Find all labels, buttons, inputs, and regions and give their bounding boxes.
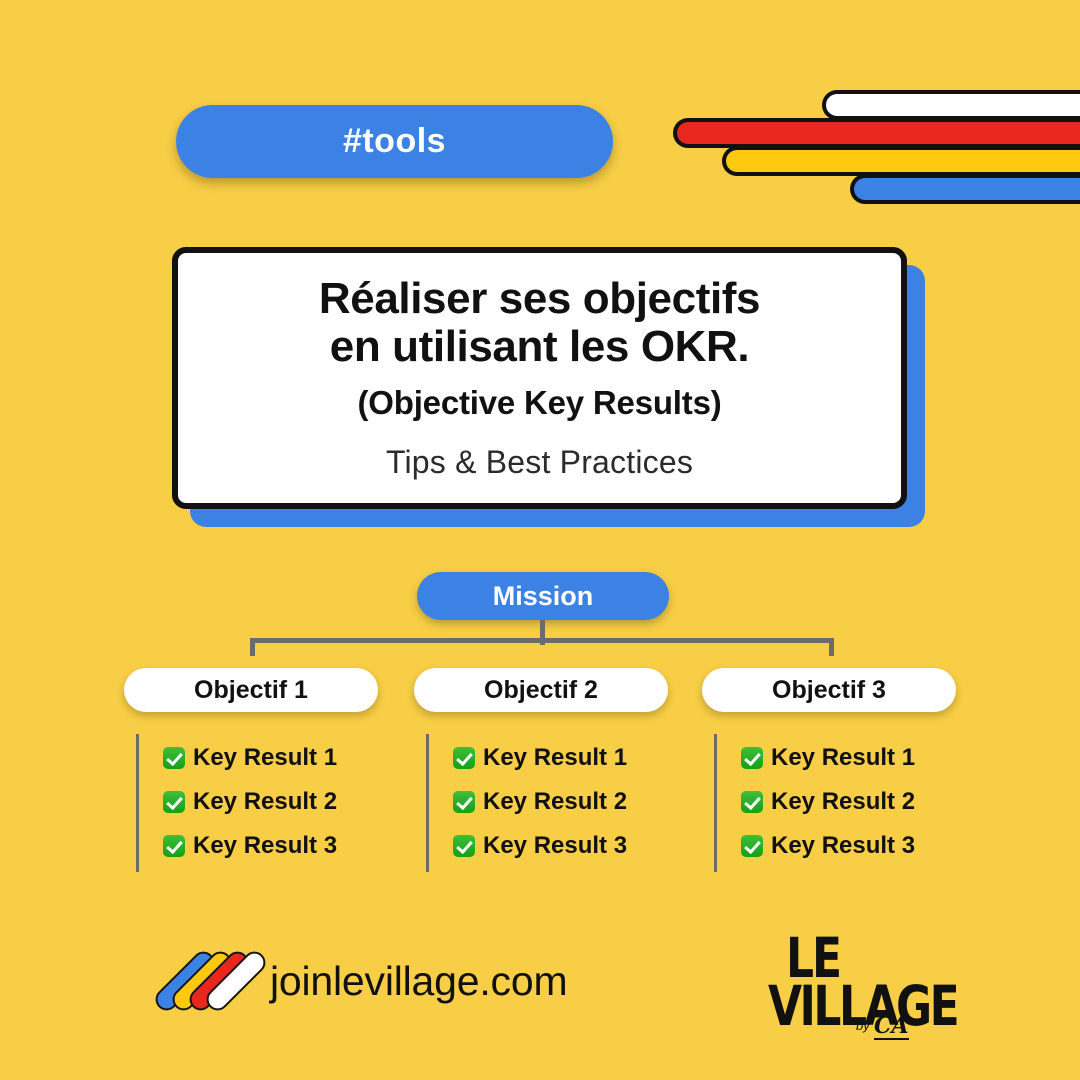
objective-column-1: Objectif 1 Key Result 1 Key Result 2 Key… [124,668,416,872]
title-subtitle: (Objective Key Results) [357,383,722,421]
key-result-label: Key Result 2 [771,788,916,815]
title-heading: Réaliser ses objectifs en utilisant les … [318,274,761,371]
key-result-label: Key Result 3 [483,832,628,859]
objective-pill-2: Objectif 2 [414,668,668,712]
key-result-item: Key Result 1 [741,736,915,780]
infographic-canvas: #tools Réaliser ses objectifs en utilisa… [0,0,1080,1080]
check-icon [741,835,763,857]
connector-horizontal-bar [250,638,834,643]
joinlevillage-logo-icon [151,945,270,1017]
key-result-label: Key Result 2 [483,788,628,815]
key-result-label: Key Result 3 [193,832,338,859]
key-result-label: Key Result 1 [193,744,338,771]
village-logo-ca-brand: CA [874,1013,909,1041]
village-logo-by-text: by [856,1018,870,1033]
key-result-item: Key Result 3 [741,824,915,868]
title-line-1: Réaliser ses objectifs [318,274,761,324]
tools-tag-label: #tools [342,122,447,160]
le-village-logo: LE VILLAGE by CA [768,931,960,1044]
key-result-label: Key Result 1 [771,744,916,771]
key-result-item: Key Result 1 [453,736,627,780]
check-icon [453,747,475,769]
title-card: Réaliser ses objectifs en utilisant les … [172,247,907,509]
check-icon [453,791,475,813]
key-result-list-2: Key Result 1 Key Result 2 Key Result 3 [426,734,627,872]
site-url-text: joinlevillage.com [270,957,568,1004]
title-card-wrapper: Réaliser ses objectifs en utilisant les … [172,247,925,527]
key-result-item: Key Result 2 [741,780,915,824]
key-result-item: Key Result 3 [453,824,627,868]
footer-brand: joinlevillage.com [151,945,568,1017]
objective-label-3: Objectif 3 [772,675,886,704]
stripe-yellow [722,146,1080,176]
objective-label-2: Objectif 2 [484,675,598,704]
key-result-item: Key Result 2 [453,780,627,824]
check-icon [741,791,763,813]
objective-column-2: Objectif 2 Key Result 1 Key Result 2 Key… [414,668,706,872]
check-icon [741,747,763,769]
title-tagline: Tips & Best Practices [385,443,694,480]
check-icon [163,835,185,857]
check-icon [163,791,185,813]
check-icon [453,835,475,857]
objectives-row: Objectif 1 Key Result 1 Key Result 2 Key… [0,668,1080,872]
objective-label-1: Objectif 1 [194,675,308,704]
key-result-label: Key Result 3 [771,832,916,859]
stripe-blue [850,174,1080,204]
key-result-list-1: Key Result 1 Key Result 2 Key Result 3 [136,734,337,872]
stripe-red [673,118,1080,148]
key-result-list-3: Key Result 1 Key Result 2 Key Result 3 [714,734,915,872]
mission-label: Mission [492,580,594,611]
key-result-item: Key Result 2 [163,780,337,824]
objective-pill-1: Objectif 1 [124,668,378,712]
title-line-2: en utilisant les OKR. [329,321,750,371]
mission-badge: Mission [417,572,669,620]
tools-tag-badge: #tools [176,105,613,178]
check-icon [163,747,185,769]
objective-pill-3: Objectif 3 [702,668,956,712]
objective-column-3: Objectif 3 Key Result 1 Key Result 2 Key… [702,668,994,872]
key-result-item: Key Result 3 [163,824,337,868]
connector-drop-right [829,638,834,656]
connector-drop-left [250,638,255,656]
decorative-stripes [660,0,1080,220]
key-result-label: Key Result 2 [193,788,338,815]
key-result-item: Key Result 1 [163,736,337,780]
stripe-white [822,90,1080,120]
key-result-label: Key Result 1 [483,744,628,771]
